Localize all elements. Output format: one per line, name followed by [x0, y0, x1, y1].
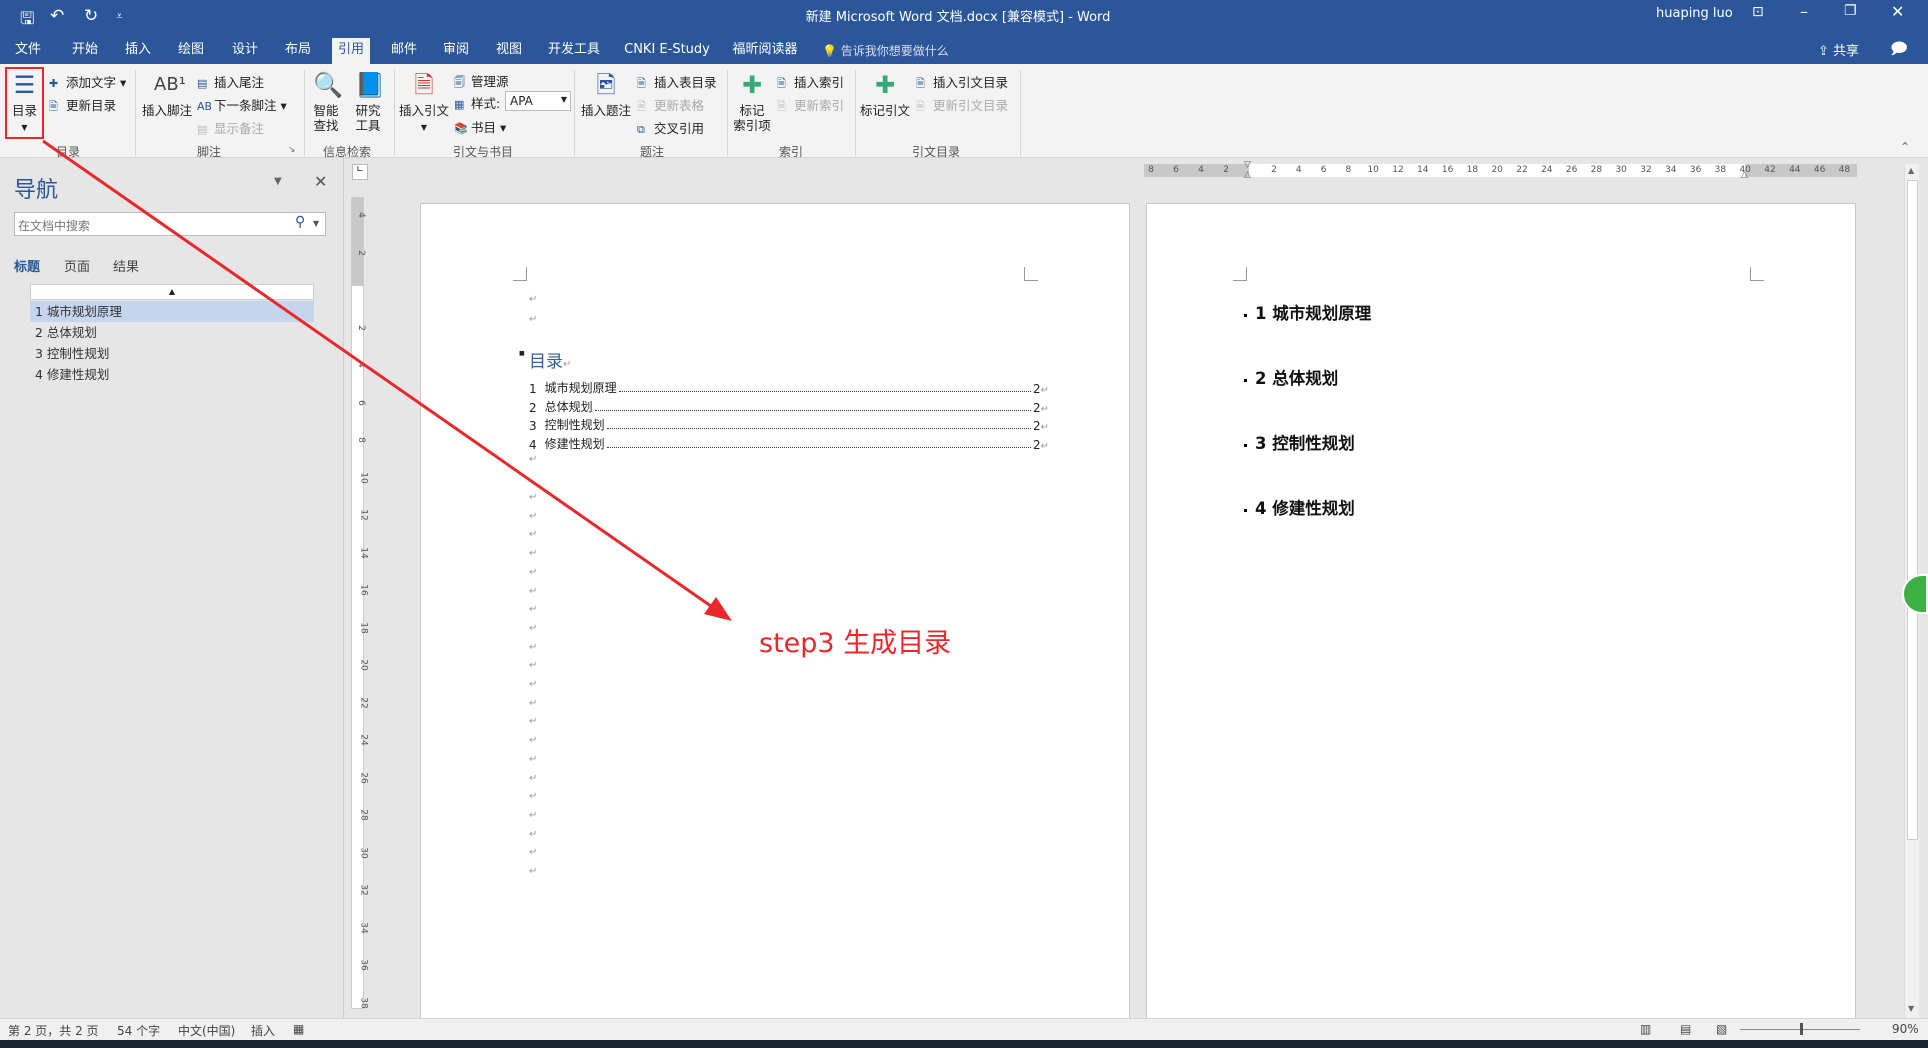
zoom-slider-thumb[interactable] — [1800, 1023, 1803, 1035]
annotation-arrow — [42, 139, 732, 621]
page-count[interactable]: 第 2 页，共 2 页 — [8, 1022, 99, 1039]
read-mode-icon[interactable]: ▥ — [1640, 1022, 1651, 1036]
insert-mode[interactable]: 插入 — [251, 1022, 275, 1039]
zoom-level[interactable]: 90% — [1892, 1022, 1919, 1036]
macro-record-icon[interactable]: ▦ — [293, 1022, 304, 1036]
web-layout-icon[interactable]: ▧ — [1716, 1022, 1727, 1036]
language[interactable]: 中文(中国) — [178, 1022, 235, 1039]
print-layout-icon[interactable]: ▤ — [1680, 1022, 1691, 1036]
taskbar — [0, 1040, 1928, 1048]
status-bar: 第 2 页，共 2 页 54 个字 中文(中国) 插入 ▦ ▥ ▤ ▧ 90% — [0, 1018, 1928, 1040]
word-count[interactable]: 54 个字 — [117, 1022, 160, 1039]
step-annotation: step3 生成目录 — [759, 628, 952, 659]
